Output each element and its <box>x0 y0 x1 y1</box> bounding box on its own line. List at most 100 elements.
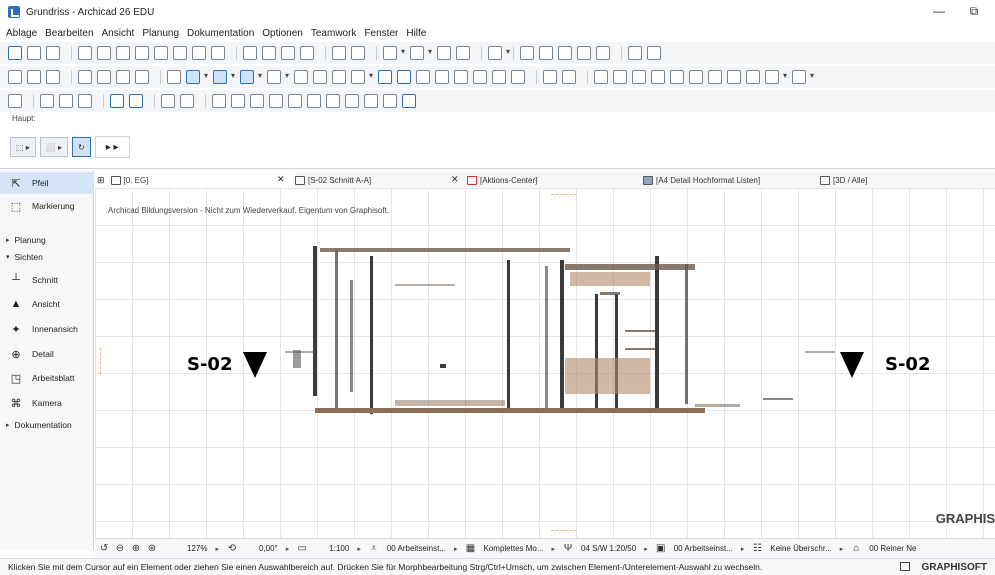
menu-dokumentation[interactable]: Dokumentation <box>187 28 254 39</box>
dropdown-arrow-icon[interactable]: ▸ <box>644 545 648 553</box>
pick-up-icon[interactable] <box>78 70 92 84</box>
layout-book-icon[interactable] <box>8 94 22 108</box>
tool-innenansicht[interactable]: ✦ Innenansich <box>0 318 94 340</box>
group-dokumentation[interactable]: ▸ Dokumentation <box>0 418 94 432</box>
transfer-icon[interactable] <box>135 70 149 84</box>
minimize-button[interactable]: — <box>930 4 948 18</box>
solid-ops-toolbar-icon[interactable] <box>488 46 510 60</box>
split-toolbar-icon[interactable] <box>192 46 206 60</box>
rotate-toolbar-icon[interactable] <box>300 46 314 60</box>
menu-hilfe[interactable]: Hilfe <box>406 28 426 39</box>
drag-toolbar-icon[interactable] <box>437 46 451 60</box>
zoom-toolbar-icon[interactable] <box>27 46 41 60</box>
dropdown-arrow-icon[interactable]: ▸ <box>840 545 844 553</box>
tool-detail[interactable]: ⊕ Detail <box>0 343 94 365</box>
graphic-override[interactable]: 00 Arbeitseinst... <box>674 544 733 553</box>
tab-section[interactable]: [S-02 Schnitt A-A] <box>295 172 465 188</box>
home-icon[interactable] <box>511 70 525 84</box>
geometry-method-button[interactable]: ⬚ ▸ <box>10 137 36 157</box>
gravity-icon[interactable] <box>240 70 262 84</box>
drawing-canvas[interactable]: Archicad Bildungsversion - Nicht zum Wie… <box>95 188 995 538</box>
elevate-toolbar-icon[interactable] <box>410 46 432 60</box>
favorites-icon[interactable] <box>594 70 608 84</box>
pen-set[interactable]: 04 S/W 1:20/50 <box>581 544 636 553</box>
stretch-toolbar-icon[interactable] <box>243 46 257 60</box>
fit-in-window-icon[interactable]: ⊛ <box>145 543 159 554</box>
tag-icon[interactable] <box>746 70 760 84</box>
floor-plan-toolbar-icon[interactable] <box>8 46 22 60</box>
menu-ansicht[interactable]: Ansicht <box>102 28 135 39</box>
explode-toolbar-icon[interactable] <box>596 46 610 60</box>
group-planung[interactable]: ▸ Planung <box>0 233 94 247</box>
drawing-scale[interactable]: 1:100 <box>329 544 349 553</box>
menu-ablage[interactable]: Ablage <box>6 28 37 39</box>
lock-icon[interactable] <box>351 70 373 84</box>
pointer-mode-button[interactable]: ▸ ▸ <box>94 136 130 158</box>
tab-action-center[interactable]: [Aktions-Center] <box>467 172 637 188</box>
rotate-selection-button[interactable]: ↻ <box>72 137 91 157</box>
grid-toolbar-icon[interactable] <box>46 46 60 60</box>
lamp-icon[interactable] <box>670 70 684 84</box>
mirror-toolbar-icon[interactable] <box>281 46 295 60</box>
grid-snap-icon[interactable] <box>267 70 289 84</box>
trim-roof-toolbar-icon[interactable] <box>539 46 553 60</box>
fill-icon[interactable] <box>332 70 346 84</box>
offset-toolbar-icon[interactable] <box>154 46 168 60</box>
tab-3d[interactable]: [3D / Alle] <box>820 172 990 188</box>
tool-arbeitsblatt[interactable]: ◳ Arbeitsblatt <box>0 367 94 389</box>
surface-icon[interactable] <box>212 94 226 108</box>
publisher-icon[interactable] <box>40 94 54 108</box>
explore-icon[interactable] <box>161 94 175 108</box>
railing-icon[interactable] <box>727 70 741 84</box>
pen-set-icon[interactable] <box>307 94 321 108</box>
resize-toolbar-icon[interactable] <box>262 46 276 60</box>
zoom-level[interactable]: 127% <box>187 544 207 553</box>
tab-close-icon[interactable]: ✕ <box>451 174 459 185</box>
tool-marquee[interactable]: ⬚ Markierung <box>0 195 94 217</box>
renovation-filter[interactable]: Keine Überschr... <box>770 544 831 553</box>
trace-toolbar-icon[interactable] <box>116 46 130 60</box>
pen-icon[interactable] <box>294 70 308 84</box>
view-angle[interactable]: 0,00° <box>259 544 278 553</box>
layer-combination[interactable]: 00 Arbeitseinst... <box>387 544 446 553</box>
arc-icon[interactable] <box>473 70 487 84</box>
column-icon[interactable] <box>364 94 378 108</box>
drawing-icon[interactable] <box>59 94 73 108</box>
layers-icon[interactable] <box>613 70 627 84</box>
tab-floor-plan[interactable]: ⊞ [0. EG] <box>95 172 295 188</box>
3d-document-icon[interactable] <box>129 94 143 108</box>
dropdown-arrow-icon[interactable]: ▸ <box>357 545 361 553</box>
model-view-option[interactable]: Komplettes Mo... <box>484 544 544 553</box>
fillet-toolbar-icon[interactable] <box>173 46 187 60</box>
menu-optionen[interactable]: Optionen <box>262 28 303 39</box>
morph-toolbar-icon[interactable] <box>558 46 572 60</box>
magic-icon[interactable] <box>416 70 430 84</box>
section-view-icon[interactable] <box>180 94 194 108</box>
section-marker-right-label[interactable]: S-02 <box>885 354 930 375</box>
tool-schnitt[interactable]: ┴ Schnitt <box>0 269 94 291</box>
menu-planung[interactable]: Planung <box>142 28 179 39</box>
selection-method-button[interactable]: ⬜ ▸ <box>39 137 68 157</box>
layer-toolbar-icon[interactable] <box>383 46 405 60</box>
wall-icon[interactable] <box>435 70 449 84</box>
tool-ansicht[interactable]: ▲ Ansicht <box>0 293 94 315</box>
polyline-icon[interactable] <box>492 70 506 84</box>
publish-toolbar-icon[interactable] <box>647 46 661 60</box>
eyedropper-icon[interactable] <box>116 70 130 84</box>
3d-window-icon[interactable] <box>110 94 124 108</box>
tool-kamera[interactable]: ⌘ Kamera <box>0 392 94 414</box>
settings-icon[interactable] <box>792 70 814 84</box>
update-icon[interactable] <box>78 94 92 108</box>
trim-icon[interactable] <box>167 70 181 84</box>
align-toolbar-icon[interactable] <box>332 46 346 60</box>
flag-icon[interactable] <box>632 70 646 84</box>
restore-button[interactable]: ⧉ <box>965 4 983 19</box>
dropdown-arrow-icon[interactable]: ▸ <box>552 545 556 553</box>
window-toggle-icon[interactable] <box>900 562 910 571</box>
zoom-in-icon[interactable]: ⊕ <box>129 543 143 554</box>
multiply-toolbar-icon[interactable] <box>456 46 470 60</box>
roof-toolbar-icon[interactable] <box>520 46 534 60</box>
brush-icon[interactable] <box>313 70 327 84</box>
stair-icon[interactable] <box>708 70 722 84</box>
hatch-icon[interactable] <box>231 94 245 108</box>
